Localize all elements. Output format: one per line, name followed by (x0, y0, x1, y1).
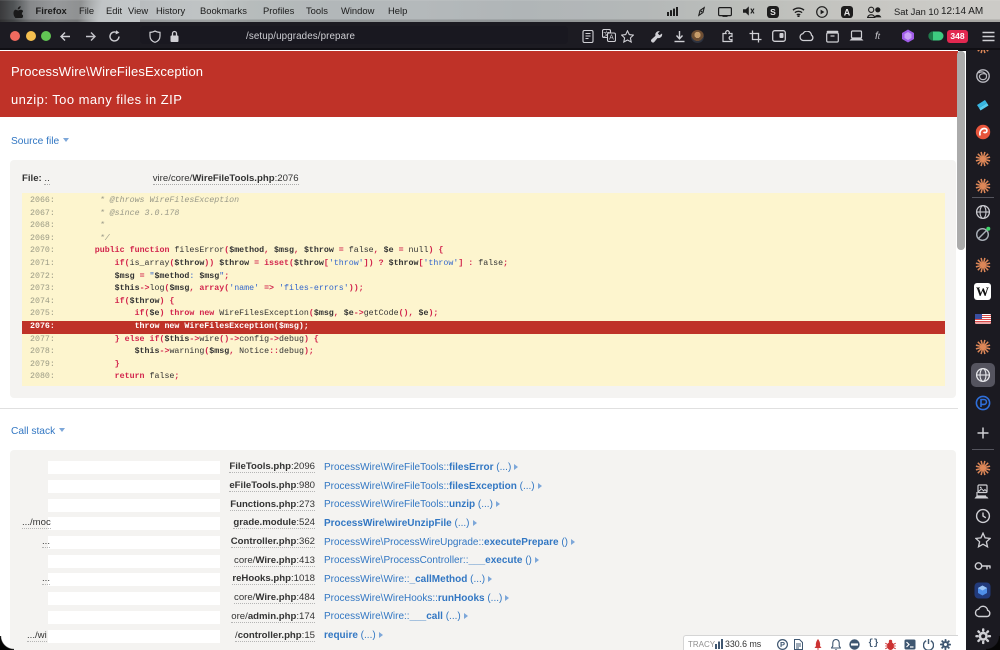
svg-text:P: P (780, 640, 785, 649)
svg-text:A: A (844, 7, 851, 17)
svg-text:A: A (609, 35, 614, 42)
svg-text:S: S (770, 7, 776, 17)
